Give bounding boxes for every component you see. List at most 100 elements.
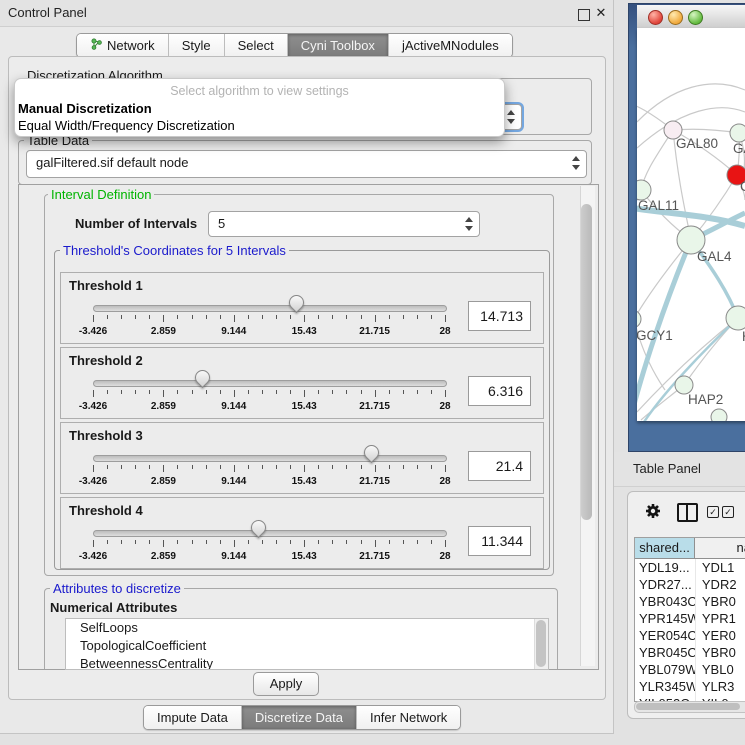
slider-tick: [121, 540, 122, 544]
tab-infer-network[interactable]: Infer Network: [356, 706, 460, 729]
network-node[interactable]: [637, 310, 641, 328]
table-row[interactable]: YBR045CYBR0: [635, 644, 745, 661]
tab-cyni-toolbox[interactable]: Cyni Toolbox: [287, 34, 388, 57]
cell-name[interactable]: YBR0: [696, 644, 745, 661]
table-data-combobox[interactable]: galFiltered.sif default node: [26, 150, 587, 178]
close-window-icon[interactable]: [648, 10, 663, 25]
slider-tick: [149, 465, 150, 469]
attribute-list-item[interactable]: SelfLoops: [66, 619, 548, 637]
cell-name[interactable]: YER0: [696, 627, 745, 644]
cell-name[interactable]: YDR2: [696, 576, 745, 593]
network-icon: [90, 38, 103, 54]
slider-track[interactable]: [93, 530, 447, 537]
cell-shared-name[interactable]: YER054C: [635, 627, 696, 644]
table-row[interactable]: YLR345WYLR3: [635, 678, 745, 695]
tab-style[interactable]: Style: [168, 34, 224, 57]
apply-button[interactable]: Apply: [253, 672, 319, 696]
minimize-window-icon[interactable]: [668, 10, 683, 25]
slider-tick: [346, 465, 347, 469]
tab-discretize-data-label: Discretize Data: [255, 710, 343, 725]
slider-tick-label: 28: [415, 401, 475, 412]
network-canvas[interactable]: GAL80GACGAL11GAL4GCY1HHAP2: [637, 28, 745, 421]
cell-shared-name[interactable]: YBR045C: [635, 644, 696, 661]
table-row[interactable]: YBR043CYBR0: [635, 593, 745, 610]
dropdown-option-equal-width-frequency[interactable]: Equal Width/Frequency Discretization: [17, 118, 236, 133]
node-attribute-table[interactable]: shared... na YDL19...YDL1YDR27...YDR2YBR…: [634, 537, 745, 702]
slider-tick-label: 21.715: [345, 401, 405, 412]
slider-tick: [361, 540, 362, 544]
cell-name[interactable]: YBR0: [696, 593, 745, 610]
threshold-slider[interactable]: -3.4262.8599.14415.4321.71528: [93, 449, 445, 491]
tab-select-label: Select: [238, 38, 274, 53]
number-of-intervals-label: Number of Intervals: [75, 216, 197, 231]
column-header-shared-name[interactable]: shared...: [635, 538, 695, 558]
vertical-scrollbar-thumb[interactable]: [581, 204, 592, 520]
cell-name[interactable]: YDL1: [696, 559, 745, 576]
checkbox-icon[interactable]: ✓: [722, 506, 734, 518]
split-view-icon[interactable]: [677, 503, 698, 522]
slider-tick: [375, 465, 376, 472]
checkbox-icon[interactable]: ✓: [707, 506, 719, 518]
thresholds-group-title: Threshold's Coordinates for 5 Intervals: [60, 243, 289, 258]
cell-shared-name[interactable]: YPR145W: [635, 610, 696, 627]
algorithm-dropdown-popup: Select algorithm to view settings Manual…: [14, 78, 505, 137]
threshold-value-field[interactable]: 6.316: [468, 376, 531, 406]
dropdown-option-manual-discretization[interactable]: Manual Discretization: [17, 101, 153, 116]
close-panel-icon[interactable]: ✕: [595, 7, 607, 19]
table-row[interactable]: YDR27...YDR2: [635, 576, 745, 593]
table-row[interactable]: YBL079WYBL0: [635, 661, 745, 678]
number-of-intervals-combobox[interactable]: 5: [208, 211, 480, 237]
slider-track[interactable]: [93, 455, 447, 462]
control-panel: Control Panel ✕ Network Style Select Cy: [0, 0, 614, 734]
gear-icon[interactable]: [645, 503, 661, 519]
cell-name[interactable]: YLR3: [696, 678, 745, 695]
threshold-value-field[interactable]: 11.344: [468, 526, 531, 556]
threshold-slider[interactable]: -3.4262.8599.14415.4321.71528: [93, 299, 445, 341]
slider-tick: [192, 465, 193, 469]
cell-shared-name[interactable]: YLR345W: [635, 678, 696, 695]
slider-tick: [220, 315, 221, 319]
table-horizontal-scrollbar[interactable]: [634, 701, 745, 713]
threshold-slider[interactable]: -3.4262.8599.14415.4321.71528: [93, 524, 445, 566]
table-row[interactable]: YPR145WYPR1: [635, 610, 745, 627]
numerical-attributes-list[interactable]: SelfLoopsTopologicalCoefficientBetweenne…: [65, 618, 549, 670]
slider-tick: [220, 540, 221, 544]
attribute-list-item[interactable]: BetweennessCentrality: [66, 655, 548, 670]
attributes-scrollbar-thumb[interactable]: [536, 620, 546, 667]
threshold-value-field[interactable]: 14.713: [468, 301, 531, 331]
network-node-label: GA: [733, 141, 745, 156]
tab-select[interactable]: Select: [224, 34, 287, 57]
attributes-scrollbar[interactable]: [534, 619, 548, 669]
slider-tick: [361, 315, 362, 319]
table-row[interactable]: YER054CYER0: [635, 627, 745, 644]
tab-jactivemnodules[interactable]: jActiveMNodules: [388, 34, 512, 57]
network-node[interactable]: [730, 124, 745, 142]
table-horizontal-scrollbar-thumb[interactable]: [636, 703, 740, 710]
slider-tick: [107, 315, 108, 319]
zoom-window-icon[interactable]: [688, 10, 703, 25]
network-node[interactable]: [726, 306, 745, 330]
tab-discretize-data[interactable]: Discretize Data: [241, 706, 356, 729]
slider-track[interactable]: [93, 305, 447, 312]
cell-shared-name[interactable]: YDL19...: [635, 559, 696, 576]
tab-network[interactable]: Network: [77, 34, 168, 57]
cell-name[interactable]: YPR1: [696, 610, 745, 627]
slider-track[interactable]: [93, 380, 447, 387]
network-node[interactable]: [711, 409, 727, 421]
cell-shared-name[interactable]: YBL079W: [635, 661, 696, 678]
cell-name[interactable]: YBL0: [696, 661, 745, 678]
column-header-name[interactable]: na: [695, 538, 745, 558]
tab-impute-data[interactable]: Impute Data: [144, 706, 241, 729]
network-node[interactable]: [637, 180, 651, 200]
table-row[interactable]: YDL19...YDL1: [635, 559, 745, 576]
float-panel-icon[interactable]: [578, 9, 590, 21]
slider-tick: [163, 315, 164, 322]
slider-tick: [389, 315, 390, 319]
threshold-value-field[interactable]: 21.4: [468, 451, 531, 481]
slider-tick: [417, 540, 418, 544]
threshold-slider[interactable]: -3.4262.8599.14415.4321.71528: [93, 374, 445, 416]
attribute-list-item[interactable]: TopologicalCoefficient: [66, 637, 548, 655]
slider-tick: [304, 540, 305, 547]
cell-shared-name[interactable]: YBR043C: [635, 593, 696, 610]
cell-shared-name[interactable]: YDR27...: [635, 576, 696, 593]
